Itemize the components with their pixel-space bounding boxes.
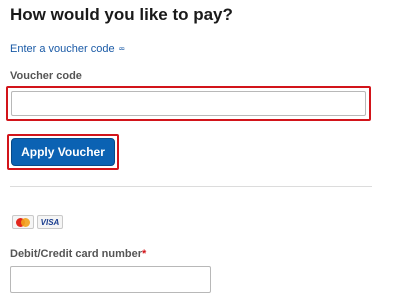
voucher-toggle-label: Enter a voucher code [10, 43, 115, 55]
card-number-label-text: Debit/Credit card number [10, 248, 143, 260]
apply-voucher-button[interactable]: Apply Voucher [11, 138, 115, 166]
mastercard-icon [12, 215, 34, 229]
voucher-toggle-link[interactable]: Enter a voucher code ⮹ [10, 43, 125, 55]
page-title: How would you like to pay? [10, 5, 233, 24]
card-number-input[interactable] [10, 266, 211, 293]
required-marker: * [142, 248, 147, 260]
voucher-code-input[interactable] [11, 91, 366, 116]
chevron-up-icon: ⮹ [118, 45, 125, 54]
visa-icon: VISA [37, 215, 63, 229]
card-number-label: Debit/Credit card number* [10, 248, 146, 260]
card-brand-logos: VISA [12, 215, 63, 229]
voucher-code-label: Voucher code [10, 70, 82, 82]
section-divider [10, 186, 372, 187]
